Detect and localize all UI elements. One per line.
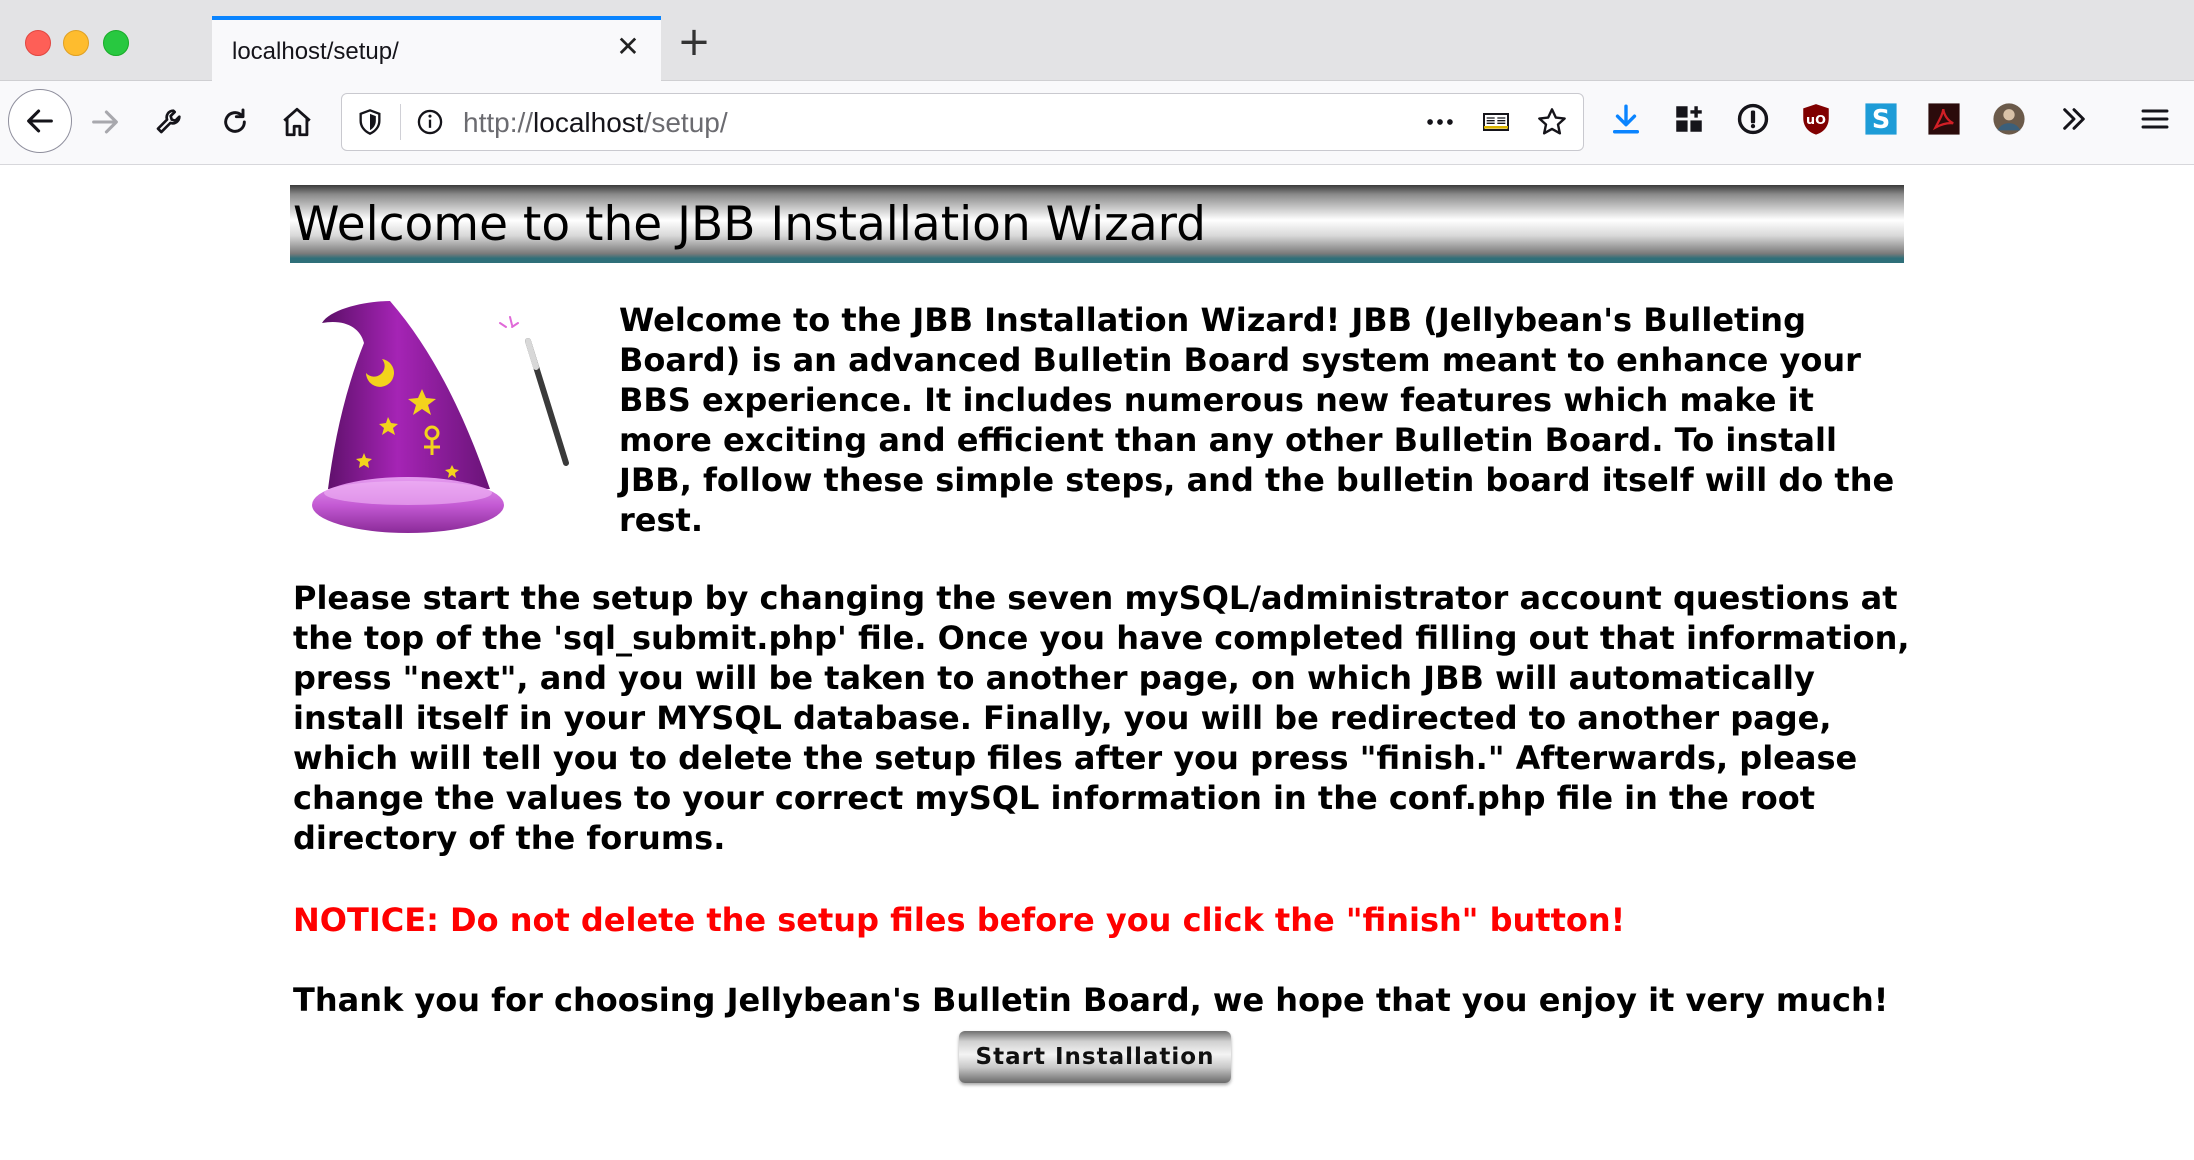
wizard-banner: Welcome to the JBB Installation Wizard — [290, 185, 1904, 263]
bookmark-button[interactable] — [1534, 104, 1570, 140]
pdf-extension-button[interactable] — [1925, 100, 1963, 138]
s-extension-button[interactable]: S — [1862, 100, 1900, 138]
start-installation-button[interactable]: Start Installation — [959, 1031, 1231, 1083]
url-host: localhost — [533, 107, 644, 138]
profile-avatar-icon — [1993, 103, 2025, 135]
instructions-paragraph: Please start the setup by changing the s… — [293, 579, 1910, 857]
library-button[interactable] — [1670, 100, 1708, 138]
url-bar[interactable]: http://localhost/setup/ — [341, 93, 1584, 151]
tab-close-icon[interactable]: ✕ — [613, 32, 643, 62]
tracking-protection-button[interactable] — [352, 104, 388, 140]
more-dots-icon — [1427, 119, 1453, 125]
password-manager-icon — [1737, 103, 1769, 135]
window-maximize-button[interactable] — [103, 30, 129, 56]
back-arrow-icon — [27, 109, 53, 133]
download-icon — [1612, 104, 1640, 134]
svg-text:uO: uO — [1806, 113, 1826, 128]
downloads-button[interactable] — [1607, 100, 1645, 138]
wrench-icon — [156, 109, 181, 134]
new-tab-button[interactable]: + — [676, 22, 712, 62]
url-scheme: http:// — [463, 107, 534, 138]
reader-mode-icon — [1483, 113, 1509, 131]
page-title: Welcome to the JBB Installation Wizard — [293, 197, 1206, 252]
info-icon — [417, 109, 443, 135]
password-manager-button[interactable] — [1734, 100, 1772, 138]
main-menu-button[interactable] — [2136, 100, 2174, 138]
back-button[interactable] — [8, 89, 72, 153]
page-content: Welcome to the JBB Installation Wizard W… — [0, 165, 2194, 1160]
s-extension-icon: S — [1865, 103, 1897, 135]
star-icon — [1538, 108, 1566, 135]
reload-icon — [224, 108, 246, 133]
svg-text:S: S — [1872, 105, 1890, 135]
ublock-button[interactable]: uO — [1797, 100, 1835, 138]
browser-titlebar: localhost/setup/ ✕ + — [0, 0, 2194, 81]
thanks-text: Thank you for choosing Jellybean's Bulle… — [293, 981, 1889, 1019]
tab-localhost-setup[interactable]: localhost/setup/ ✕ — [212, 16, 661, 81]
window-minimize-button[interactable] — [63, 30, 89, 56]
reader-mode-button[interactable] — [1478, 104, 1514, 140]
tab-title: localhost/setup/ — [232, 38, 399, 65]
page-actions-button[interactable] — [1422, 104, 1458, 140]
url-text[interactable]: http://localhost/setup/ — [463, 107, 728, 139]
library-icon — [1676, 106, 1702, 132]
forward-button[interactable] — [80, 97, 130, 147]
chevrons-icon — [2063, 108, 2085, 130]
reload-button[interactable] — [210, 97, 260, 147]
home-icon — [283, 107, 311, 137]
overflow-button[interactable] — [2055, 100, 2093, 138]
site-info-button[interactable] — [412, 104, 448, 140]
window-close-button[interactable] — [25, 30, 51, 56]
home-button[interactable] — [272, 97, 322, 147]
shield-icon — [359, 109, 381, 135]
url-bar-separator — [400, 104, 401, 140]
forward-arrow-icon — [92, 110, 118, 134]
hamburger-menu-icon — [2141, 109, 2169, 129]
profile-button[interactable] — [1990, 100, 2028, 138]
tools-button[interactable] — [145, 97, 195, 147]
pdf-icon — [1928, 103, 1960, 135]
url-path: /setup/ — [643, 107, 728, 138]
notice-text: NOTICE: Do not delete the setup files be… — [293, 901, 1626, 939]
intro-paragraph: Welcome to the JBB Installation Wizard! … — [619, 301, 1895, 539]
ublock-icon: uO — [1803, 104, 1829, 135]
wizard-hat-icon — [312, 301, 569, 533]
